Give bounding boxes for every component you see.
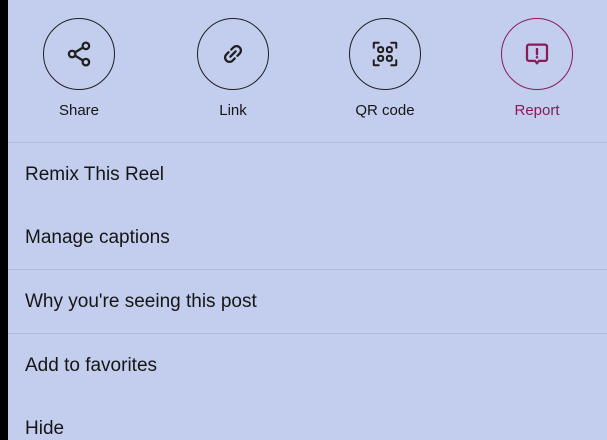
qr-code-button[interactable]: QR code xyxy=(330,18,440,119)
link-label: Link xyxy=(219,102,247,119)
report-button-circle[interactable] xyxy=(501,18,573,90)
options-menu: Remix This Reel Manage captions Why you'… xyxy=(8,142,607,440)
menu-item-remix-reel[interactable]: Remix This Reel xyxy=(8,143,607,206)
share-icon xyxy=(67,41,91,67)
qr-code-icon xyxy=(372,41,398,67)
menu-item-why-seeing-post[interactable]: Why you're seeing this post xyxy=(8,270,607,333)
share-label: Share xyxy=(58,102,100,119)
share-button[interactable]: Share xyxy=(24,18,134,119)
qr-code-label: QR code xyxy=(355,102,415,119)
link-button[interactable]: Link xyxy=(178,18,288,119)
link-button-circle[interactable] xyxy=(197,18,269,90)
link-icon xyxy=(223,44,243,64)
qr-code-button-circle[interactable] xyxy=(349,18,421,90)
menu-item-add-to-favorites[interactable]: Add to favorites xyxy=(8,334,607,397)
report-label: Report xyxy=(514,102,560,119)
menu-item-hide[interactable]: Hide xyxy=(8,397,607,440)
share-button-circle[interactable] xyxy=(43,18,115,90)
options-sheet: Share Link QR code Report Remix This Ree… xyxy=(8,0,607,440)
menu-item-manage-captions[interactable]: Manage captions xyxy=(8,206,607,269)
quick-actions-row: Share Link QR code Report xyxy=(8,0,607,142)
report-icon xyxy=(525,43,549,65)
report-button[interactable]: Report xyxy=(482,18,592,119)
